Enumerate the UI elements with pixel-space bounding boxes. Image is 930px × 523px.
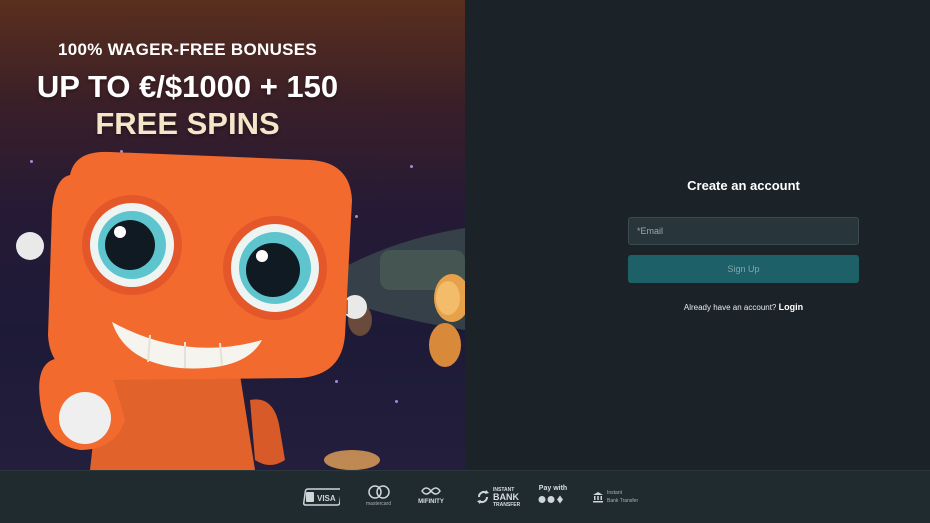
payment-visa: VISA [302,485,340,509]
payment-methods-footer: VISA mastercard MIFINITY INSTANT BANK TR… [0,470,930,523]
mifinity-label: MIFINITY [418,499,444,505]
crypto-icon [538,495,563,504]
form-title: Create an account [687,178,800,193]
promo-subheadline: 100% WAGER-FREE BONUSES [57,40,318,59]
bank-icon [593,492,603,503]
promo-banner: 100% WAGER-FREE BONUSES UP TO €/$1000 + … [0,0,465,470]
sign-up-button[interactable]: Sign Up [628,255,859,283]
signup-page: 100% WAGER-FREE BONUSES UP TO €/$1000 + … [0,0,930,523]
payment-bank-transfer: Instant Bank Transfer [592,485,638,509]
instant-bank-transfer-icon [477,490,489,504]
email-field[interactable] [628,217,859,245]
svg-text:VISA: VISA [317,494,336,503]
payment-mastercard: mastercard [366,485,391,509]
login-link[interactable]: Login [779,302,804,312]
promo-headline-line1: UP TO €/$1000 + 150 [36,69,339,104]
bank-transfer-label: Instant Bank Transfer [607,490,639,504]
mifinity-icon [421,487,441,495]
mastercard-label: mastercard [366,501,392,507]
payment-mifinity: MIFINITY [418,485,444,509]
login-prompt: Already have an account? Login [465,302,930,312]
payment-crypto: Pay with [538,485,568,509]
already-have-account-text: Already have an account? [683,303,777,312]
promo-headline-line2: FREE SPINS [95,106,280,141]
pay-with-label: Pay with [538,485,568,492]
visa-icon: VISA [302,488,340,506]
promo-headline: 100% WAGER-FREE BONUSES UP TO €/$1000 + … [0,40,375,142]
mastercard-icon [367,485,390,499]
instant-bank-transfer-label: INSTANT BANK TRANSFER [493,486,521,508]
payment-instant-bank-transfer: INSTANT BANK TRANSFER [476,485,520,509]
signup-form-panel: Create an account Sign Up Already have a… [465,0,930,470]
